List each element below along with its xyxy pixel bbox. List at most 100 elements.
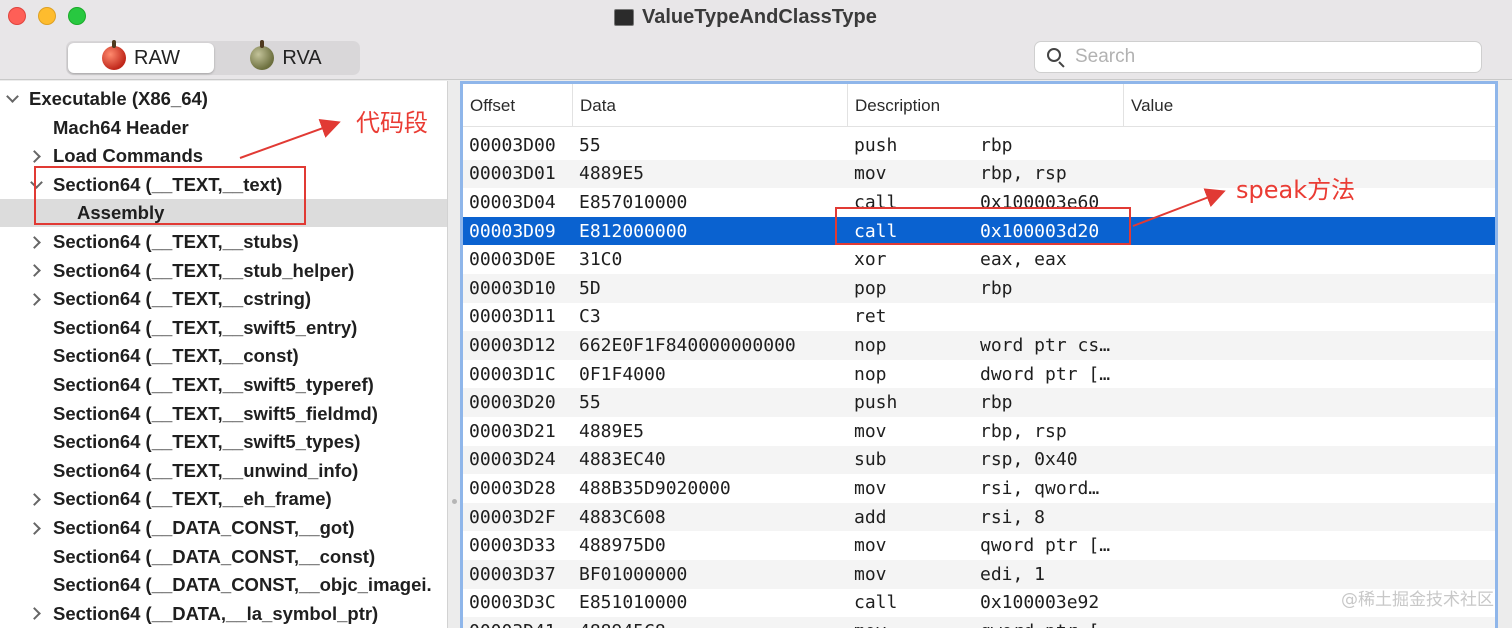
tree-item[interactable]: Section64 (__TEXT,__unwind_info) [0,457,447,485]
tree-item-label: Section64 (__DATA_CONST,__got) [53,517,355,538]
tree-item-label: Mach64 Header [53,116,189,138]
tree-item-label: Section64 (__TEXT,__cstring) [53,288,312,310]
table-row[interactable]: 00003D12 662E0F1F840000000000 nop word ptr … [463,331,1495,360]
zoom-window-button[interactable] [68,7,86,25]
chevron-right-icon[interactable] [28,234,44,250]
offset-cell: 00003D04 [469,191,556,213]
offset-cell: 00003D24 [469,449,556,471]
operands-cell: rbp, rsp [980,420,1067,442]
tree-item[interactable]: Section64 (__TEXT,__swift5_fieldmd) [0,400,447,428]
tree-item[interactable]: Section64 (__TEXT,__swift5_entry) [0,314,447,342]
operands-cell: eax, eax [980,249,1067,271]
table-row[interactable]: 00003D41 488945C8 mov qword ptr [… [463,617,1495,628]
offset-cell: 00003D12 [469,334,556,356]
mnemonic-cell: xor [854,249,887,271]
chevron-right-icon[interactable] [28,491,44,507]
column-header-offset[interactable]: Offset [463,84,572,127]
tree-item[interactable]: Section64 (__DATA_CONST,__got) [0,514,447,542]
minimize-window-button[interactable] [38,7,56,25]
tree-item[interactable]: Section64 (__DATA,__la_symbol_ptr) [0,600,447,628]
annotation-speak-method: speak方法 [1236,176,1356,204]
data-cell: C3 [579,306,601,328]
close-window-button[interactable] [8,7,26,25]
table-row[interactable]: 00003D21 4889E5 mov rbp, rsp [463,417,1495,446]
tree-item[interactable]: Section64 (__TEXT,__swift5_types) [0,428,447,456]
chevron-right-icon[interactable] [28,606,44,622]
mnemonic-cell: push [854,392,898,414]
offset-cell: 00003D21 [469,420,556,442]
table-row[interactable]: 00003D0E 31C0 xor eax, eax [463,245,1495,274]
rva-mode-button[interactable]: RVA [214,40,358,73]
mnemonic-cell: mov [854,535,887,557]
offset-cell: 00003D11 [469,306,556,328]
table-row[interactable]: 00003D1C 0F1F4000 nop dword ptr [… [463,360,1495,389]
data-cell: 4889E5 [579,420,645,442]
tree-item-label: Executable (X86_64) [29,88,208,109]
tree-item[interactable]: Section64 (__DATA_CONST,__objc_imagei. [0,571,447,599]
tree-item-label: Load Commands [53,145,204,167]
table-row[interactable]: 00003D20 55 push rbp [463,388,1495,417]
tree-item[interactable]: Section64 (__TEXT,__const) [0,342,447,370]
offset-cell: 00003D33 [469,535,556,557]
chevron-right-icon[interactable] [28,148,44,164]
tree-item-label: Section64 (__TEXT,__stubs) [53,231,299,252]
chevron-right-icon[interactable] [28,291,44,307]
chevron-right-icon[interactable] [28,263,44,279]
offset-cell: 00003D01 [469,163,556,185]
tree-item[interactable]: Section64 (__TEXT,__swift5_typeref) [0,371,447,399]
column-header-description[interactable]: Description [847,84,1123,127]
tree-item[interactable]: Section64 (__DATA_CONST,__const) [0,543,447,571]
search-field[interactable] [1034,41,1482,73]
column-header-data[interactable]: Data [572,84,847,127]
tree-item-label: Section64 (__DATA_CONST,__objc_imagei. [53,574,432,596]
table-row[interactable]: 00003D11 C3 ret [463,303,1495,332]
data-cell: 4883EC40 [579,449,666,471]
data-cell: 662E0F1F840000000000 [579,334,796,356]
tree-item-label: Section64 (__TEXT,__swift5_typeref) [53,374,374,395]
chevron-down-icon[interactable] [4,91,20,107]
operands-cell: rbp, rsp [980,163,1067,185]
raw-mode-button[interactable]: RAW [68,40,214,73]
offset-cell: 00003D28 [469,477,556,499]
mnemonic-cell: ret [854,306,887,328]
tree-item-label: Section64 (__DATA_CONST,__const) [53,545,376,567]
title-bar: ValueTypeAndClassType [0,0,1512,38]
table-row[interactable]: 00003D00 55 push rbp [463,131,1495,160]
toolbar: RAW RVA [0,38,1512,80]
data-cell: 488975D0 [579,535,666,557]
rva-mode-label: RVA [282,46,322,69]
tree-item[interactable]: Section64 (__TEXT,__stubs) [0,228,447,256]
tree-item[interactable]: Section64 (__TEXT,__eh_frame) [0,485,447,513]
table-row[interactable]: 00003D33 488975D0 mov qword ptr [… [463,531,1495,560]
table-row[interactable]: 00003D28 488B35D9020000 mov rsi, qword… [463,474,1495,503]
mnemonic-cell: call [854,592,898,614]
mnemonic-cell: nop [854,334,887,356]
tree-item[interactable]: Section64 (__TEXT,__stub_helper) [0,257,447,285]
mnemonic-cell: push [854,134,898,156]
table-row[interactable]: 00003D2F 4883C608 add rsi, 8 [463,502,1495,532]
sidebar-tree[interactable]: Executable (X86_64) Mach64 Header Load Com… [0,81,447,628]
search-input[interactable] [1075,46,1455,68]
tree-item-label: Section64 (__TEXT,__swift5_fieldmd) [53,402,378,424]
assembly-table[interactable]: Offset Data Description Value 00003D00 55… [460,81,1498,628]
annotation-box-text-section [34,166,306,225]
table-row[interactable]: 00003D10 5D pop rbp [463,274,1495,303]
data-cell: 4883C608 [579,506,666,528]
tree-item-label: Section64 (__TEXT,__unwind_info) [53,459,359,481]
split-view-divider[interactable] [447,81,461,628]
tree-item[interactable]: Section64 (__TEXT,__cstring) [0,285,447,313]
mnemonic-cell: nop [854,363,887,385]
mnemonic-cell: mov [854,477,887,499]
offset-cell: 00003D3C [469,592,556,614]
address-mode-segmented-control: RAW RVA [66,40,360,75]
mnemonic-cell: sub [854,449,887,471]
data-cell: 55 [579,392,601,414]
tree-item-label: Section64 (__TEXT,__eh_frame) [53,488,332,510]
mnemonic-cell: mov [854,617,974,628]
chevron-right-icon[interactable] [28,520,44,536]
tree-item-label: Section64 (__TEXT,__const) [53,345,299,367]
offset-cell: 00003D20 [469,392,556,414]
data-cell: 4889E5 [579,163,645,185]
table-row[interactable]: 00003D24 4883EC40 sub rsp, 0x40 [463,445,1495,475]
column-header-value[interactable]: Value [1123,84,1495,127]
